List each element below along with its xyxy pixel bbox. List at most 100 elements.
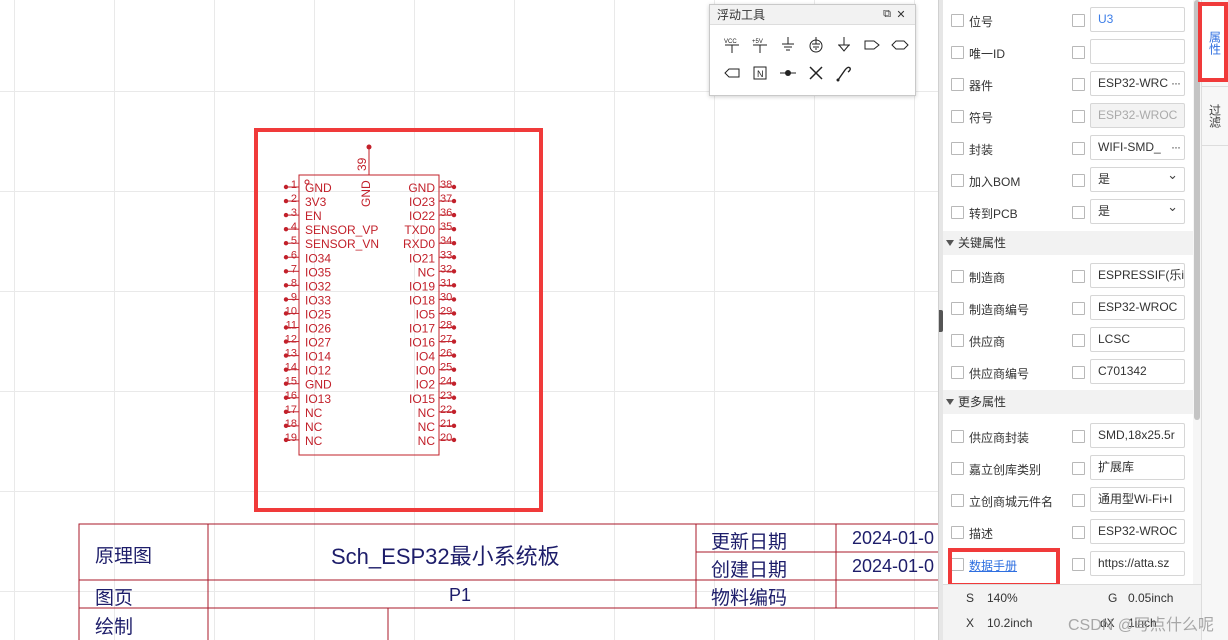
property-label: 加入BOM [969, 175, 1021, 189]
property-checkbox[interactable] [951, 494, 964, 507]
schematic-canvas[interactable]: 39 GND 1 GND 2 3V3 3 EN 4 SENSOR_VP 5 SENSOR_VN 6 I… [0, 0, 938, 640]
panel-scrollbar[interactable] [1193, 0, 1201, 584]
right-pin-name: IO17 [409, 322, 435, 336]
property-visible-checkbox[interactable] [1072, 46, 1085, 59]
ground-icon[interactable] [774, 31, 802, 59]
property-checkbox[interactable] [951, 270, 964, 283]
plus5v-icon[interactable]: +5V [746, 31, 774, 59]
property-input[interactable]: SMD,18x25.5r [1090, 423, 1185, 448]
left-pin-number: 3 [291, 207, 297, 219]
right-pin-number: 25 [440, 362, 452, 374]
property-visible-checkbox[interactable] [1072, 270, 1085, 283]
left-pin-number: 17 [285, 404, 297, 416]
analog-ground-icon[interactable] [830, 31, 858, 59]
scale-value: 140% [987, 591, 1018, 605]
property-input[interactable]: WIFI-SMD_ ··· [1090, 135, 1185, 160]
left-pin-dot [283, 283, 289, 288]
no-connect-icon[interactable] [802, 59, 830, 87]
property-checkbox[interactable] [951, 174, 964, 187]
property-visible-checkbox[interactable] [1072, 366, 1085, 379]
property-label[interactable]: 数据手册 [969, 557, 1017, 574]
property-input[interactable]: ESP32-WROC [1090, 295, 1185, 320]
x-label: X [966, 616, 975, 630]
property-row: 制造商编号 ESP32-WROC [943, 291, 1193, 323]
earth-ground-icon[interactable] [802, 31, 830, 59]
property-checkbox[interactable] [951, 206, 964, 219]
vcc-icon[interactable]: VCC [718, 31, 746, 59]
property-checkbox[interactable] [951, 430, 964, 443]
right-pin-name: IO18 [409, 293, 435, 307]
property-input[interactable]: ESP32-WRC ··· [1090, 71, 1185, 96]
property-input[interactable]: U3 [1090, 7, 1185, 32]
probe-icon[interactable] [830, 59, 858, 87]
property-label: 描述 [969, 527, 994, 541]
section-key-attributes[interactable]: 关键属性 [943, 231, 1195, 255]
property-visible-checkbox[interactable] [1072, 302, 1085, 315]
property-visible-checkbox[interactable] [1072, 526, 1085, 539]
tab-attributes[interactable]: 属性 [1202, 4, 1228, 82]
property-input[interactable]: C701342 [1090, 359, 1185, 384]
popout-icon[interactable]: ⧉ [880, 8, 894, 21]
tb-page-value: P1 [449, 585, 472, 605]
right-pin-number: 23 [440, 390, 452, 402]
property-checkbox[interactable] [951, 526, 964, 539]
tb-created-value: 2024-01-0 [852, 556, 935, 576]
section-more-attributes[interactable]: 更多属性 [943, 390, 1195, 414]
property-checkbox[interactable] [951, 142, 964, 155]
property-input[interactable]: LCSC [1090, 327, 1185, 352]
property-input[interactable]: ESP32-WROC [1090, 103, 1185, 128]
property-input[interactable] [1090, 39, 1185, 64]
tb-updated-value: 2024-01-0 [852, 528, 935, 548]
property-visible-checkbox[interactable] [1072, 110, 1085, 123]
property-label: 位号 [969, 15, 994, 29]
property-value: 扩展库 [1098, 460, 1135, 474]
property-checkbox[interactable] [951, 558, 964, 571]
property-row: 封装 WIFI-SMD_ ··· [943, 131, 1193, 163]
close-icon[interactable]: ✕ [894, 8, 908, 21]
left-pin-number: 6 [291, 249, 297, 261]
left-pin-number: 13 [285, 348, 297, 360]
net-label-icon[interactable]: N [746, 59, 774, 87]
property-value: WIFI-SMD_ [1098, 140, 1161, 154]
more-icon[interactable]: ··· [1169, 136, 1181, 159]
property-checkbox[interactable] [951, 78, 964, 91]
property-input[interactable]: ESP32-WROC [1090, 519, 1185, 544]
property-visible-checkbox[interactable] [1072, 78, 1085, 91]
property-visible-checkbox[interactable] [1072, 462, 1085, 475]
property-value: ESP32-WROC [1098, 524, 1178, 538]
property-select[interactable]: 是 [1090, 199, 1185, 224]
scrollbar-thumb[interactable] [1194, 0, 1200, 420]
property-checkbox[interactable] [951, 334, 964, 347]
left-pin-number: 5 [291, 235, 297, 247]
grid-label: G [1108, 591, 1118, 605]
property-visible-checkbox[interactable] [1072, 494, 1085, 507]
property-input[interactable]: ESPRESSIF(乐i [1090, 263, 1185, 288]
property-value: U3 [1098, 12, 1114, 26]
more-icon[interactable]: ··· [1169, 72, 1181, 95]
floating-tools-header[interactable]: 浮动工具 ⧉ ✕ [710, 5, 915, 25]
right-pin-number: 32 [440, 263, 452, 275]
property-select[interactable]: 是 [1090, 167, 1185, 192]
property-checkbox[interactable] [951, 110, 964, 123]
tab-filter[interactable]: 过滤 [1202, 86, 1228, 146]
net-port-out-icon[interactable] [858, 31, 886, 59]
property-input[interactable]: 通用型Wi-Fi+I [1090, 487, 1185, 512]
property-checkbox[interactable] [951, 302, 964, 315]
property-input[interactable]: https://atta.sz [1090, 551, 1185, 576]
property-visible-checkbox[interactable] [1072, 558, 1085, 571]
property-visible-checkbox[interactable] [1072, 174, 1085, 187]
property-visible-checkbox[interactable] [1072, 206, 1085, 219]
junction-icon[interactable] [774, 59, 802, 87]
property-checkbox[interactable] [951, 462, 964, 475]
property-visible-checkbox[interactable] [1072, 14, 1085, 27]
property-checkbox[interactable] [951, 46, 964, 59]
property-checkbox[interactable] [951, 14, 964, 27]
property-visible-checkbox[interactable] [1072, 334, 1085, 347]
net-port-bidir-icon[interactable] [886, 31, 914, 59]
property-visible-checkbox[interactable] [1072, 430, 1085, 443]
net-port-in-icon[interactable] [718, 59, 746, 87]
property-visible-checkbox[interactable] [1072, 142, 1085, 155]
property-input[interactable]: 扩展库 [1090, 455, 1185, 480]
property-checkbox[interactable] [951, 366, 964, 379]
floating-tools-panel[interactable]: 浮动工具 ⧉ ✕ VCC +5V N [709, 4, 916, 96]
